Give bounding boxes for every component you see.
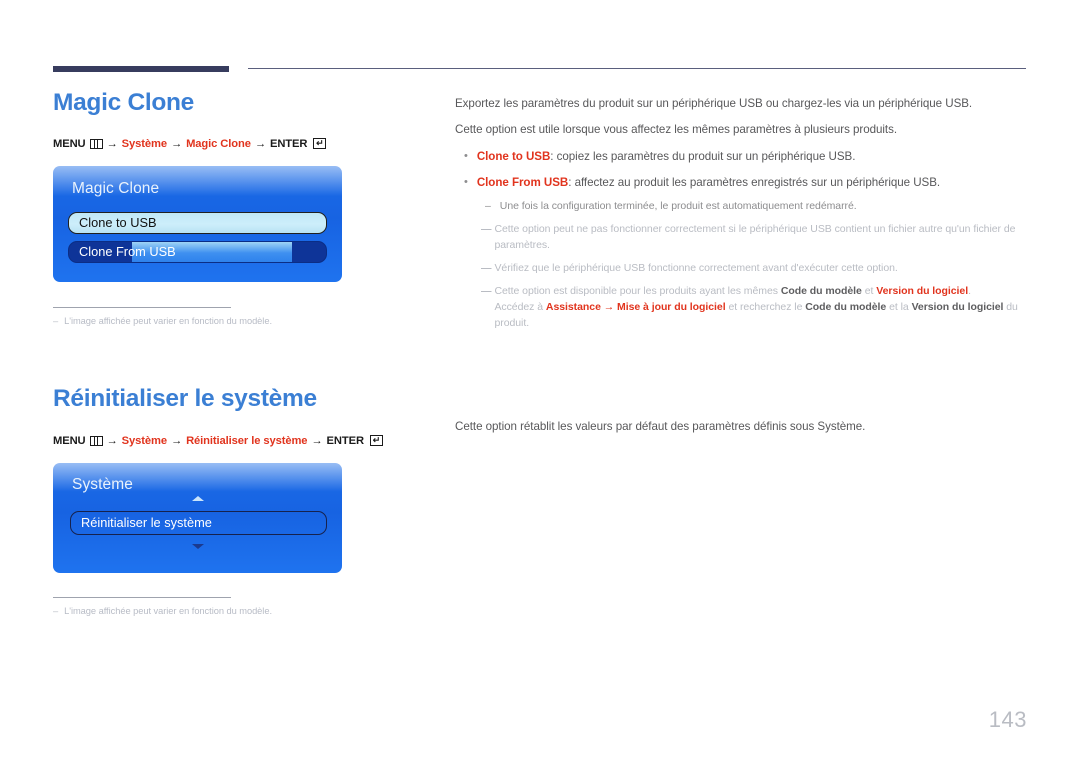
osd-row-clone-from-usb[interactable]: Clone From USB (68, 240, 327, 263)
magic-clone-paragraph-1: Exportez les paramètres du produit sur u… (455, 97, 973, 110)
caret-down-icon[interactable] (191, 543, 204, 549)
sub-note-dash: – (485, 200, 491, 213)
note-arrow: → (600, 300, 618, 313)
note-term-version-logiciel: Version du logiciel (876, 284, 969, 297)
menu-path-menu-label: MENU (53, 137, 86, 150)
footnote-text: L'image affichée peut varier en fonction… (64, 315, 272, 326)
note-seg-a: Cette option est disponible pour les pro… (494, 284, 781, 297)
caret-up-icon[interactable] (191, 495, 204, 501)
footnote-text: L'image affichée peut varier en fonction… (64, 605, 272, 616)
magic-clone-bullet-list: • Clone to USB: copiez les paramètres du… (455, 148, 1030, 192)
menu-path-arrow-3: → (311, 434, 323, 447)
note-seg-line2-c: et recherchez le (725, 300, 806, 313)
note-seg-line3: produit. (494, 316, 530, 329)
page-title-reinitialiser: Réinitialiser le système (53, 384, 317, 412)
note-text: Cette option peut ne pas fonctionner cor… (494, 223, 1016, 252)
osd-panel-systeme: Système Réinitialiser le système (53, 462, 342, 573)
osd-row-label: Clone to USB (79, 215, 157, 231)
note-term-code-modele-2: Code du modèle (805, 300, 887, 313)
footnote-rule-2 (53, 596, 231, 598)
menu-path-menu-label: MENU (53, 434, 86, 447)
reinitialiser-paragraph-1: Cette option rétablit les valeurs par dé… (455, 419, 866, 433)
menu-path-step-reinitialiser: Réinitialiser le système (186, 434, 308, 447)
osd-row-label: Clone From USB (79, 244, 176, 260)
menu-path-enter-label: ENTER (269, 137, 308, 150)
menu-path-arrow-2: → (170, 137, 183, 150)
note-term-assistance: Assistance (545, 300, 601, 313)
header-rule-thick (53, 66, 229, 72)
osd-row-label: Réinitialiser le système (81, 515, 212, 531)
osd-title-systeme: Système (72, 475, 133, 493)
osd-row-clone-to-usb[interactable]: Clone to USB (68, 211, 327, 234)
enter-return-icon: ↵ (369, 435, 383, 447)
menu-path-step-magic-clone: Magic Clone (186, 137, 251, 150)
bullet-text: Clone to USB: copiez les paramètres du p… (477, 148, 856, 165)
menu-path-arrow-1: → (106, 137, 118, 150)
bullet-term: Clone From USB (476, 175, 569, 189)
osd-row-reinitialiser-le-systeme[interactable]: Réinitialiser le système (70, 510, 327, 535)
menu-path-arrow-3: → (254, 137, 266, 150)
bullet-text: Clone From USB: affectez au produit les … (477, 174, 940, 191)
header-rule-thin (248, 68, 1026, 69)
magic-clone-note-3: ― Cette option est disponible pour les p… (455, 284, 1030, 332)
magic-clone-note-1: ― Cette option peut ne pas fonctionner c… (455, 222, 1030, 254)
note-seg-line2-e: du (1003, 300, 1018, 313)
menu-path-step-systeme: Système (121, 434, 167, 447)
right-column: Exportez les paramètres du produit sur u… (455, 96, 1030, 436)
note-seg-d: . (968, 284, 971, 297)
footnote-reinitialiser: – L'image affichée peut varier en foncti… (53, 606, 413, 616)
note-seg-c: et (861, 284, 877, 297)
note-text: Vérifiez que le périphérique USB fonctio… (494, 262, 898, 275)
bullet-dot: • (464, 175, 468, 188)
note-rich-text: Cette option est disponible pour les pro… (494, 284, 1017, 332)
osd-title-magic-clone: Magic Clone (72, 179, 160, 197)
menu-path-reinitialiser: MENU → Système → Réinitialiser le systèm… (53, 435, 413, 447)
menu-path-arrow-1: → (106, 434, 118, 447)
bullet-dot: • (464, 149, 468, 162)
footnote-magic-clone: – L'image affichée peut varier en foncti… (53, 316, 413, 326)
magic-clone-paragraph-2: Cette option est utile lorsque vous affe… (455, 122, 898, 136)
bullet-term: Clone to USB (476, 149, 551, 163)
note-term-code-modele: Code du modèle (780, 284, 862, 297)
list-item: • Clone From USB: affectez au produit le… (455, 174, 1030, 191)
menu-grid-icon (89, 138, 103, 149)
sub-note-text: Une fois la configuration terminée, le p… (499, 200, 857, 213)
note-term-version-logiciel-2: Version du logiciel (911, 300, 1004, 313)
note-dash: ― (481, 223, 492, 236)
menu-path-step-systeme: Système (121, 137, 167, 150)
bullet-rest: : copiez les paramètres du produit sur u… (550, 149, 856, 163)
note-seg-line2-d: et la (886, 300, 912, 313)
note-dash: ― (481, 284, 492, 297)
magic-clone-note-2: ― Vérifiez que le périphérique USB fonct… (455, 261, 1030, 277)
magic-clone-sub-note: – Une fois la configuration terminée, le… (455, 199, 1030, 215)
footnote-rule-1 (53, 306, 231, 308)
footnote-dash: – (53, 315, 59, 326)
enter-return-icon: ↵ (313, 138, 327, 150)
bullet-rest: : affectez au produit les paramètres enr… (568, 175, 941, 189)
osd-panel-magic-clone: Magic Clone Clone to USB Clone From USB (53, 165, 342, 282)
menu-path-enter-label: ENTER (326, 434, 365, 447)
note-term-mise-a-jour: Mise à jour du logiciel (617, 300, 726, 313)
menu-grid-icon (89, 435, 103, 446)
left-column: Magic Clone MENU → Système → Magic Clone… (53, 89, 413, 616)
page-title-magic-clone: Magic Clone (53, 89, 194, 116)
footnote-dash: – (53, 605, 59, 616)
list-item: • Clone to USB: copiez les paramètres du… (455, 148, 1030, 165)
page-number: 143 (988, 707, 1027, 732)
menu-path-magic-clone: MENU → Système → Magic Clone → ENTER ↵ (53, 138, 413, 150)
note-seg-line2-a: Accédez à (494, 300, 546, 313)
menu-path-arrow-2: → (170, 434, 183, 447)
note-dash: ― (481, 262, 492, 275)
